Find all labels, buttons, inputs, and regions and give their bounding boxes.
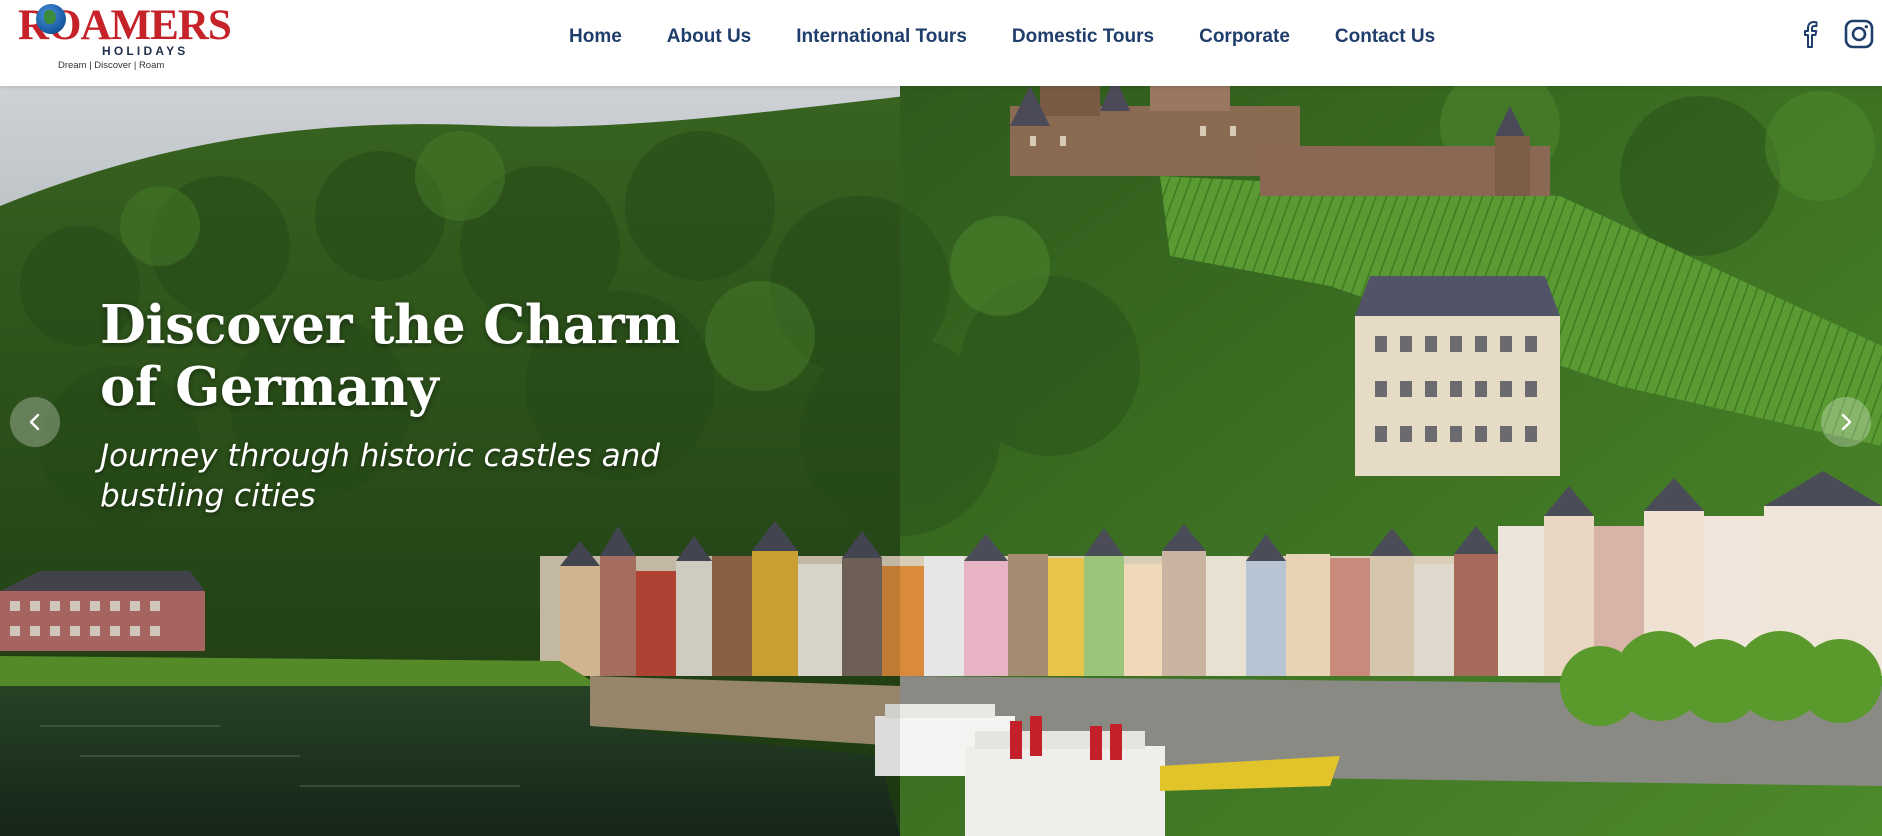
chevron-left-icon: [29, 413, 40, 431]
site-header: ROAMERS HOLIDAYS Dream | Discover | Roam…: [0, 0, 1882, 86]
hero-slider: Discover the Charm of Germany Journey th…: [0, 86, 1882, 836]
nav-about-us[interactable]: About Us: [667, 24, 751, 50]
nav-contact-us[interactable]: Contact Us: [1335, 24, 1435, 50]
nav-international-tours[interactable]: International Tours: [796, 24, 967, 50]
hero-subtitle: Journey through historic castles and bus…: [100, 438, 660, 514]
nav-home[interactable]: Home: [569, 24, 622, 50]
facebook-icon[interactable]: [1796, 18, 1826, 50]
slider-prev-button[interactable]: [10, 397, 60, 447]
chevron-right-icon: [1841, 413, 1852, 431]
globe-icon: [36, 4, 66, 34]
brand-sub: HOLIDAYS: [102, 44, 189, 58]
social-links: [1796, 18, 1874, 50]
hero-title: Discover the Charm of Germany: [100, 294, 680, 418]
instagram-icon[interactable]: [1844, 18, 1874, 50]
slider-next-button[interactable]: [1821, 397, 1871, 447]
brand-logo[interactable]: ROAMERS HOLIDAYS Dream | Discover | Roam: [18, 2, 232, 74]
brand-tagline: Dream | Discover | Roam: [58, 60, 165, 71]
nav-domestic-tours[interactable]: Domestic Tours: [1012, 24, 1154, 50]
hero-caption: Discover the Charm of Germany Journey th…: [100, 294, 700, 516]
nav-corporate[interactable]: Corporate: [1199, 24, 1290, 50]
main-nav: Home About Us International Tours Domest…: [569, 24, 1435, 50]
